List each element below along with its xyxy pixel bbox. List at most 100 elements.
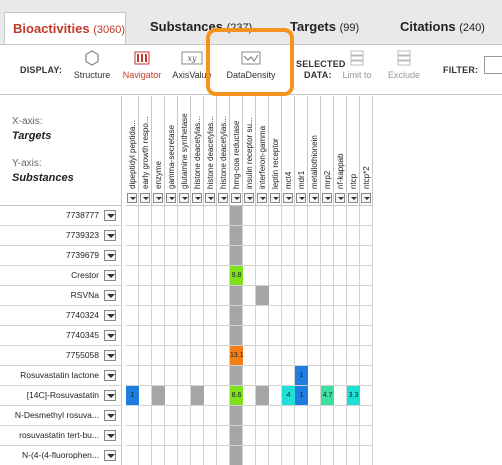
- column-header[interactable]: leptin receptor: [269, 96, 282, 206]
- grid-cell[interactable]: [321, 266, 334, 286]
- column-dropdown-icon[interactable]: [257, 193, 267, 203]
- grid-cell[interactable]: [139, 346, 152, 366]
- grid-cell[interactable]: [308, 246, 321, 266]
- column-header[interactable]: gamma-secretase: [165, 96, 178, 206]
- grid-cell[interactable]: [178, 386, 191, 406]
- column-header[interactable]: nf-kappab: [334, 96, 347, 206]
- grid-cell[interactable]: [126, 306, 139, 326]
- grid-cell[interactable]: [256, 206, 269, 226]
- row-header[interactable]: rosuvastatin tert-bu...: [0, 426, 122, 446]
- grid-cell[interactable]: [334, 226, 347, 246]
- grid-cell[interactable]: [269, 266, 282, 286]
- grid-cell[interactable]: [321, 286, 334, 306]
- grid-cell[interactable]: [295, 286, 308, 306]
- column-header[interactable]: enzyme: [152, 96, 165, 206]
- grid-cell[interactable]: [204, 266, 217, 286]
- grid-cell[interactable]: [126, 266, 139, 286]
- grid-cell[interactable]: [308, 346, 321, 366]
- grid-cell[interactable]: [165, 206, 178, 226]
- grid-cell[interactable]: [217, 266, 230, 286]
- grid-cell[interactable]: [269, 226, 282, 246]
- filter-input[interactable]: [484, 56, 502, 74]
- grid-cell[interactable]: [126, 446, 139, 465]
- grid-cell[interactable]: [165, 306, 178, 326]
- column-dropdown-icon[interactable]: [361, 193, 371, 203]
- grid-cell[interactable]: [295, 346, 308, 366]
- grid-cell[interactable]: [126, 226, 139, 246]
- column-header[interactable]: ntcp*2: [360, 96, 373, 206]
- grid-cell[interactable]: [269, 446, 282, 465]
- grid-cell[interactable]: [360, 446, 373, 465]
- grid-cell[interactable]: [191, 446, 204, 465]
- value-cell[interactable]: [191, 386, 204, 405]
- grid-cell[interactable]: [295, 306, 308, 326]
- column-header[interactable]: dipeptidyl peptida...: [126, 96, 139, 206]
- grid-cell[interactable]: [204, 426, 217, 446]
- grid-cell[interactable]: [282, 366, 295, 386]
- grid-cell[interactable]: [204, 406, 217, 426]
- grid-cell[interactable]: [334, 406, 347, 426]
- structure-button[interactable]: Structure: [70, 50, 114, 81]
- grid-cell[interactable]: [308, 366, 321, 386]
- grid-cell[interactable]: [334, 266, 347, 286]
- grid-cell[interactable]: [165, 326, 178, 346]
- grid-cell[interactable]: [139, 246, 152, 266]
- grid-cell[interactable]: [152, 446, 165, 465]
- grid-cell[interactable]: [165, 266, 178, 286]
- grid-cell[interactable]: [269, 386, 282, 406]
- grid-cell[interactable]: [191, 286, 204, 306]
- x-axis-value[interactable]: Targets: [12, 130, 51, 142]
- grid-cell[interactable]: [334, 446, 347, 465]
- grid-cell[interactable]: [191, 206, 204, 226]
- column-dropdown-icon[interactable]: [335, 193, 345, 203]
- row-dropdown-icon[interactable]: [104, 390, 116, 401]
- value-cell[interactable]: 4.7: [321, 386, 334, 405]
- grid-cell[interactable]: [321, 426, 334, 446]
- grid-cell[interactable]: [126, 406, 139, 426]
- column-dropdown-icon[interactable]: [231, 193, 241, 203]
- grid-cell[interactable]: [204, 206, 217, 226]
- grid-cell[interactable]: [347, 226, 360, 246]
- grid-cell[interactable]: [217, 406, 230, 426]
- grid-cell[interactable]: [139, 386, 152, 406]
- column-dropdown-icon[interactable]: [270, 193, 280, 203]
- grid-cell[interactable]: [178, 326, 191, 346]
- grid-cell[interactable]: [347, 346, 360, 366]
- grid-cell[interactable]: [269, 286, 282, 306]
- row-header[interactable]: N-Desmethyl rosuva...: [0, 406, 122, 426]
- row-dropdown-icon[interactable]: [104, 430, 116, 441]
- column-header[interactable]: metallothionein: [308, 96, 321, 206]
- column-dropdown-icon[interactable]: [153, 193, 163, 203]
- grid-cell[interactable]: [191, 306, 204, 326]
- grid-cell[interactable]: [178, 306, 191, 326]
- grid-cell[interactable]: [347, 286, 360, 306]
- grid-cell[interactable]: [360, 346, 373, 366]
- grid-cell[interactable]: [191, 426, 204, 446]
- grid-cell[interactable]: [256, 266, 269, 286]
- grid-cell[interactable]: [191, 346, 204, 366]
- column-dropdown-icon[interactable]: [283, 193, 293, 203]
- grid-cell[interactable]: [256, 226, 269, 246]
- grid-cell[interactable]: [321, 306, 334, 326]
- grid-cell[interactable]: [126, 326, 139, 346]
- grid-cell[interactable]: [165, 386, 178, 406]
- grid-cell[interactable]: [165, 426, 178, 446]
- grid-cell[interactable]: [243, 406, 256, 426]
- grid-cell[interactable]: [347, 366, 360, 386]
- row-header[interactable]: 7740345: [0, 326, 122, 346]
- grid-cell[interactable]: [308, 406, 321, 426]
- grid-cell[interactable]: [152, 246, 165, 266]
- grid-cell[interactable]: [152, 206, 165, 226]
- grid-cell[interactable]: [204, 246, 217, 266]
- grid-cell[interactable]: [269, 366, 282, 386]
- grid-cell[interactable]: [308, 426, 321, 446]
- grid-cell[interactable]: [243, 426, 256, 446]
- grid-cell[interactable]: [178, 286, 191, 306]
- grid-cell[interactable]: [295, 246, 308, 266]
- grid-cell[interactable]: [139, 226, 152, 246]
- value-cell[interactable]: 3.3: [347, 386, 360, 405]
- grid-cell[interactable]: [204, 226, 217, 246]
- column-header[interactable]: glutamine synthetase: [178, 96, 191, 206]
- grid-cell[interactable]: [347, 446, 360, 465]
- grid-cell[interactable]: [347, 326, 360, 346]
